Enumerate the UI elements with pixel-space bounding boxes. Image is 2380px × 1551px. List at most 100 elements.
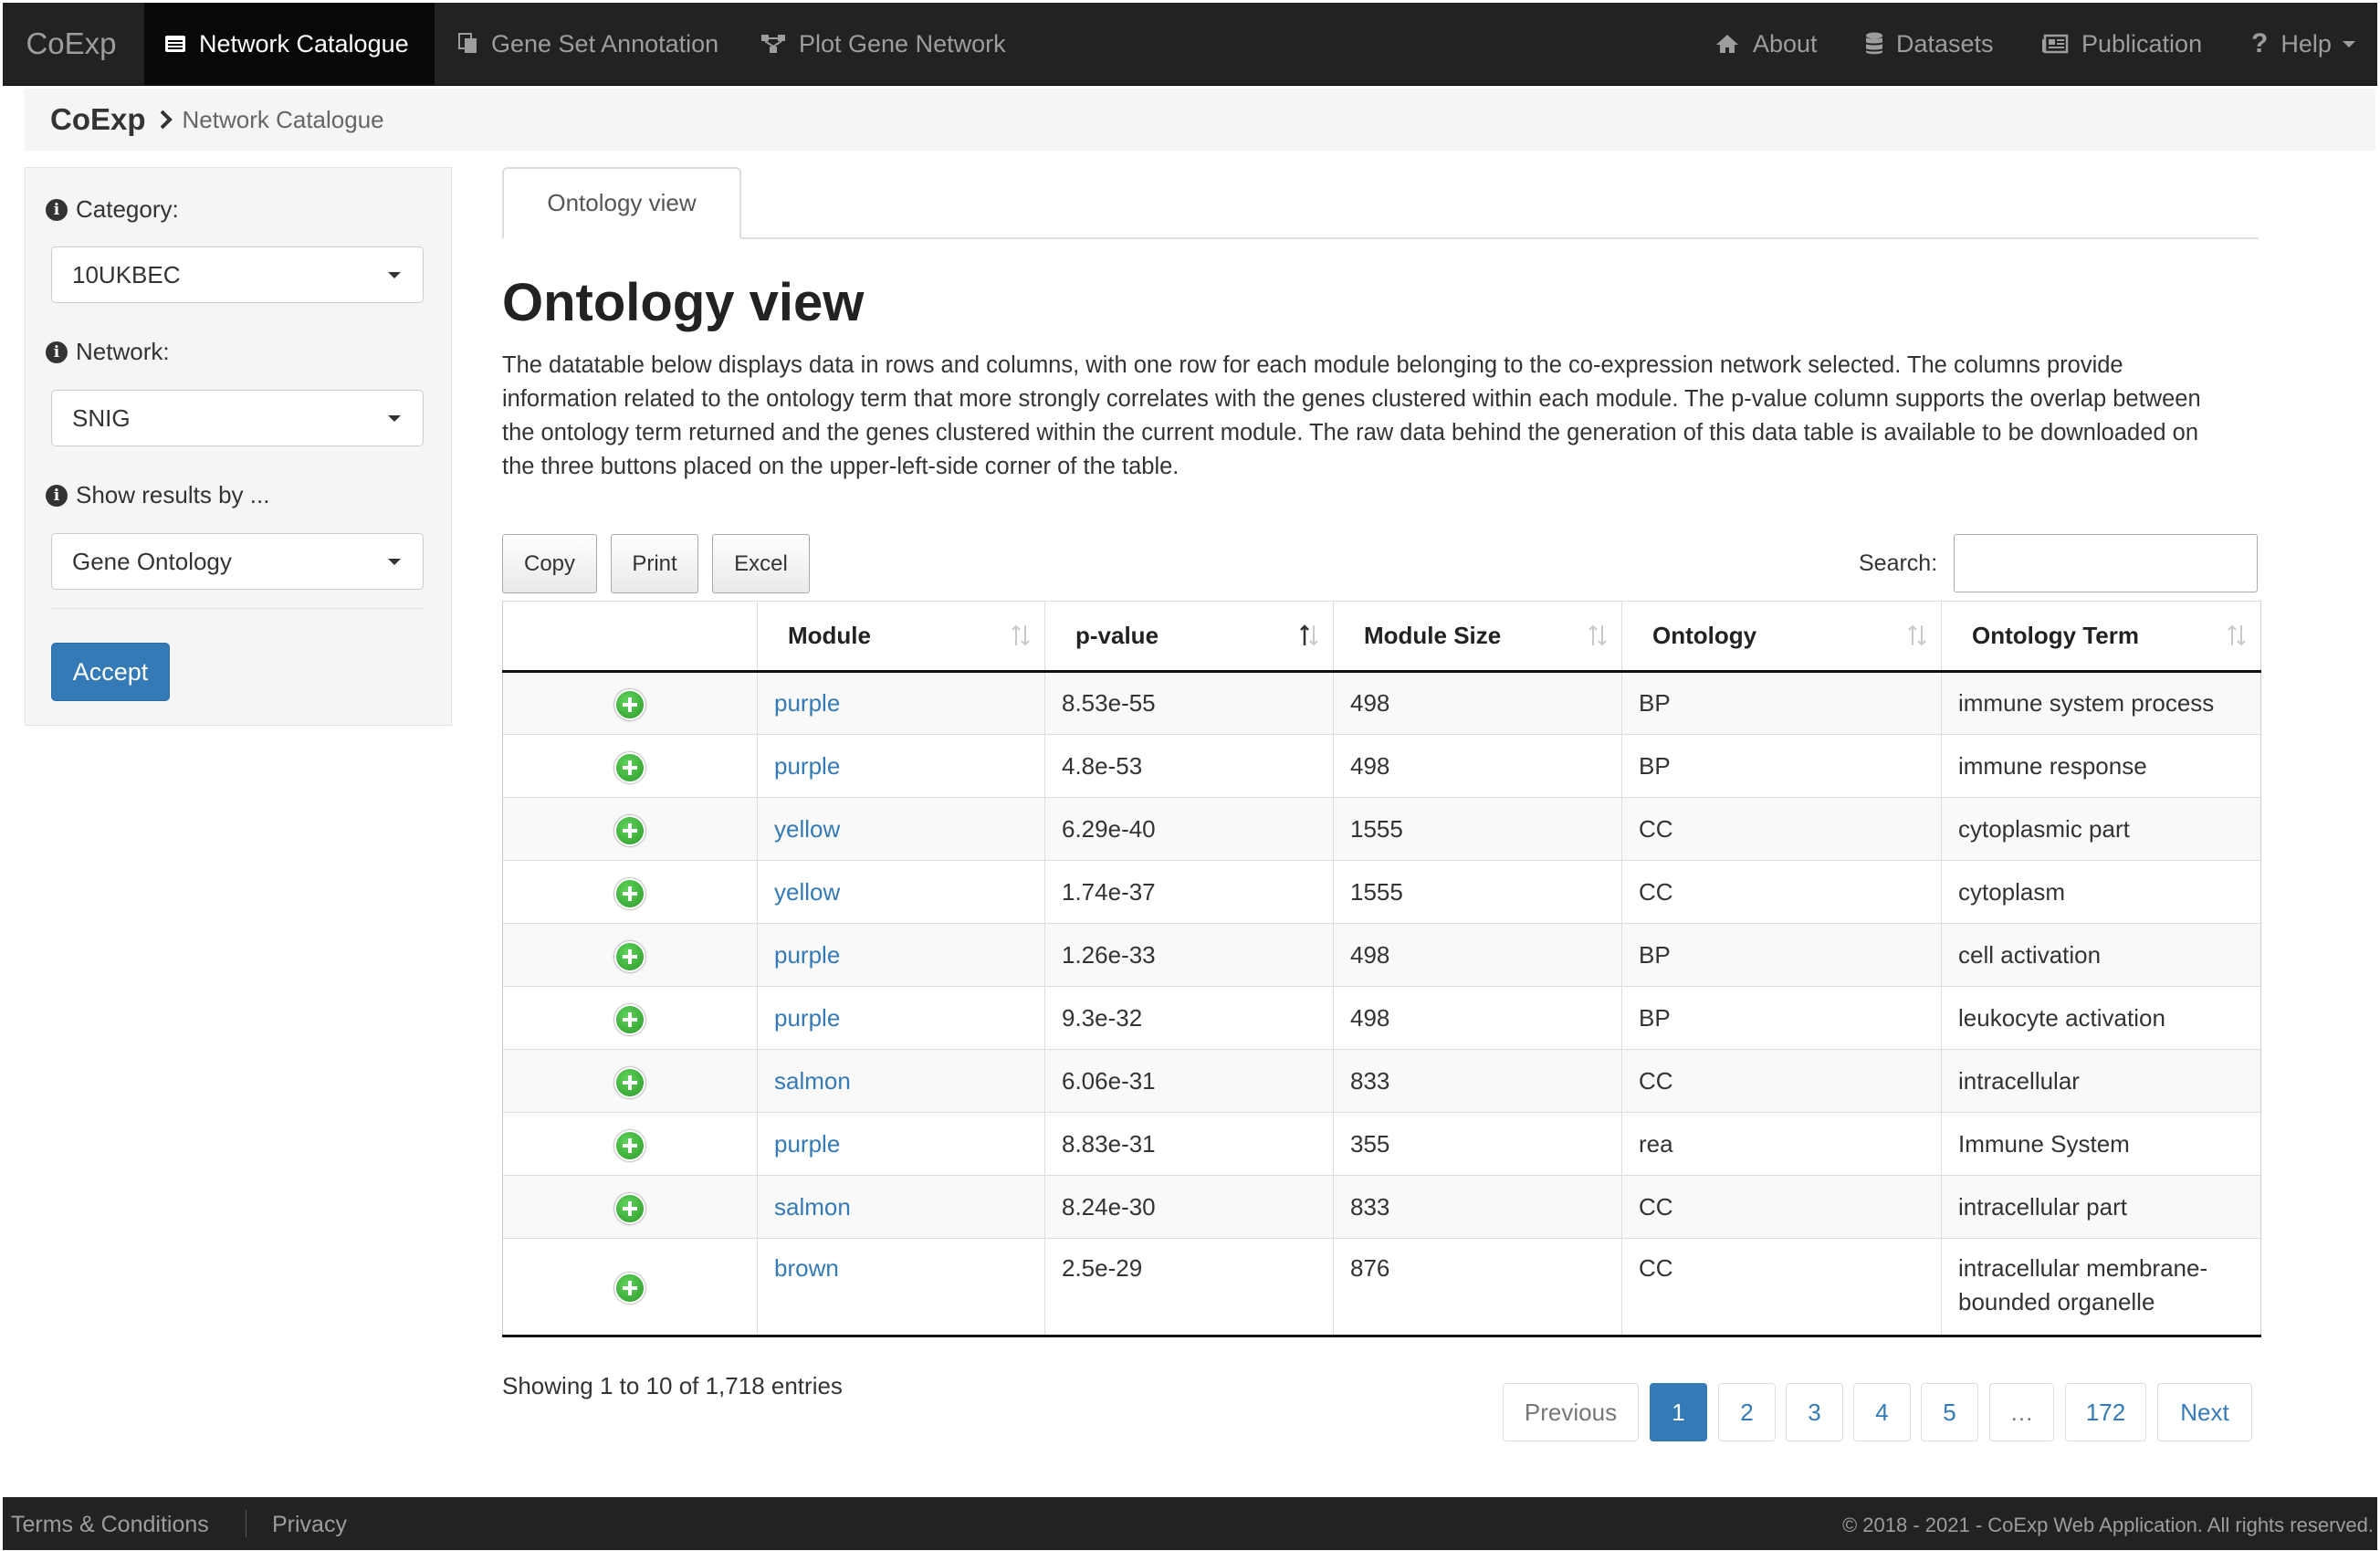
expand-cell bbox=[502, 986, 758, 1050]
expand-plus-icon[interactable] bbox=[614, 1003, 645, 1035]
header-label: Ontology Term bbox=[1972, 622, 2139, 649]
terms-link[interactable]: Terms & Conditions bbox=[11, 1512, 209, 1538]
nav-plot-gene-network[interactable]: Plot Gene Network bbox=[740, 3, 1026, 85]
ontology-cell: BP bbox=[1621, 923, 1942, 987]
nav-help-dropdown[interactable]: ? Help bbox=[2231, 3, 2375, 85]
table-row: salmon 6.06e-31 833 CC intracellular bbox=[502, 1049, 2261, 1113]
nav-about[interactable]: About bbox=[1694, 3, 1838, 85]
network-select[interactable]: SNIG bbox=[51, 390, 424, 446]
list-icon bbox=[164, 34, 186, 54]
accept-button[interactable]: Accept bbox=[51, 643, 170, 701]
module-link[interactable]: brown bbox=[774, 1254, 839, 1282]
nav-datasets[interactable]: Datasets bbox=[1845, 3, 2014, 85]
page-4-button[interactable]: 4 bbox=[1853, 1383, 1911, 1441]
ontology-cell: BP bbox=[1621, 671, 1942, 735]
expand-plus-icon[interactable] bbox=[614, 689, 645, 721]
ontology-term-cell: immune response bbox=[1941, 734, 2261, 798]
header-label: Module bbox=[788, 622, 871, 649]
breadcrumb: CoExp Network Catalogue bbox=[25, 89, 2375, 151]
expand-cell bbox=[502, 860, 758, 924]
module-cell: purple bbox=[757, 986, 1045, 1050]
page-172-button[interactable]: 172 bbox=[2065, 1383, 2146, 1441]
brand-logo[interactable]: CoExp bbox=[3, 3, 140, 85]
column-header-ontology[interactable]: Ontology bbox=[1621, 601, 1942, 673]
module-cell: purple bbox=[757, 923, 1045, 987]
module-link[interactable]: purple bbox=[774, 752, 840, 780]
page-1-button[interactable]: 1 bbox=[1650, 1383, 1707, 1441]
previous-page-button[interactable]: Previous bbox=[1503, 1383, 1639, 1441]
show-results-label-text: Show results by ... bbox=[76, 481, 270, 508]
page-footer: Terms & Conditions Privacy © 2018 - 2021… bbox=[3, 1497, 2377, 1550]
chevron-right-icon bbox=[159, 110, 173, 130]
table-row: purple 9.3e-32 498 BP leukocyte activati… bbox=[502, 986, 2261, 1050]
module-link[interactable]: purple bbox=[774, 1130, 840, 1158]
expand-plus-icon[interactable] bbox=[614, 814, 645, 846]
module-link[interactable]: purple bbox=[774, 689, 840, 717]
ontology-term-cell: cytoplasm bbox=[1941, 860, 2261, 924]
chevron-down-icon bbox=[2342, 40, 2355, 47]
sort-ascending-icon bbox=[1298, 624, 1320, 654]
header-label: p-value bbox=[1075, 622, 1159, 649]
table-header-row: Module p-value Module Size Ontology Onto… bbox=[502, 601, 2261, 673]
module-link[interactable]: yellow bbox=[774, 815, 840, 843]
expand-plus-icon[interactable] bbox=[614, 1192, 645, 1224]
nav-gene-set-annotation[interactable]: Gene Set Annotation bbox=[438, 3, 739, 85]
expand-plus-icon[interactable] bbox=[614, 940, 645, 972]
column-header-ontology-term[interactable]: Ontology Term bbox=[1941, 601, 2261, 673]
module-link[interactable]: salmon bbox=[774, 1193, 851, 1221]
expand-plus-icon[interactable] bbox=[614, 1066, 645, 1098]
expand-plus-icon[interactable] bbox=[614, 1273, 645, 1305]
ontology-term-cell: intracellular bbox=[1941, 1049, 2261, 1113]
module-link[interactable]: yellow bbox=[774, 878, 840, 906]
sidebar-panel: i Category: 10UKBEC i Network: SNIG i Sh… bbox=[25, 167, 452, 726]
expand-plus-icon[interactable] bbox=[614, 1129, 645, 1161]
ontology-table: Module p-value Module Size Ontology Onto… bbox=[502, 601, 2261, 1337]
module-size-cell: 498 bbox=[1333, 734, 1622, 798]
network-label-text: Network: bbox=[76, 338, 170, 365]
newspaper-icon bbox=[2041, 34, 2069, 54]
page-3-button[interactable]: 3 bbox=[1786, 1383, 1843, 1441]
module-size-cell: 355 bbox=[1333, 1112, 1622, 1176]
search-input[interactable] bbox=[1954, 534, 2258, 592]
expand-plus-icon[interactable] bbox=[614, 751, 645, 783]
copy-button[interactable]: Copy bbox=[502, 534, 597, 593]
category-label: i Category: bbox=[46, 195, 179, 224]
category-select[interactable]: 10UKBEC bbox=[51, 246, 424, 303]
pvalue-cell: 9.3e-32 bbox=[1044, 986, 1334, 1050]
table-row: yellow 1.74e-37 1555 CC cytoplasm bbox=[502, 860, 2261, 924]
column-header-pvalue[interactable]: p-value bbox=[1044, 601, 1334, 673]
ontology-cell: CC bbox=[1621, 1049, 1942, 1113]
page-2-button[interactable]: 2 bbox=[1718, 1383, 1776, 1441]
info-icon[interactable]: i bbox=[46, 341, 68, 363]
print-button[interactable]: Print bbox=[611, 534, 698, 593]
excel-button[interactable]: Excel bbox=[712, 534, 810, 593]
nav-publication[interactable]: Publication bbox=[2021, 3, 2222, 85]
module-size-cell: 833 bbox=[1333, 1049, 1622, 1113]
breadcrumb-root[interactable]: CoExp bbox=[50, 102, 146, 137]
column-header-module[interactable]: Module bbox=[757, 601, 1045, 673]
nav-network-catalogue[interactable]: Network Catalogue bbox=[144, 3, 435, 85]
nav-label: Plot Gene Network bbox=[799, 29, 1006, 58]
sort-both-icon bbox=[1906, 624, 1928, 654]
module-link[interactable]: salmon bbox=[774, 1067, 851, 1095]
info-icon[interactable]: i bbox=[46, 484, 68, 507]
ontology-term-cell: Immune System bbox=[1941, 1112, 2261, 1176]
info-icon[interactable]: i bbox=[46, 198, 68, 221]
privacy-link[interactable]: Privacy bbox=[272, 1512, 347, 1538]
network-icon bbox=[760, 33, 786, 55]
table-row: purple 8.83e-31 355 rea Immune System bbox=[502, 1112, 2261, 1176]
expand-plus-icon[interactable] bbox=[614, 877, 645, 909]
table-row: purple 4.8e-53 498 BP immune response bbox=[502, 734, 2261, 798]
page-5-button[interactable]: 5 bbox=[1921, 1383, 1978, 1441]
column-header-module-size[interactable]: Module Size bbox=[1333, 601, 1622, 673]
show-results-select[interactable]: Gene Ontology bbox=[51, 533, 424, 590]
table-row: brown 2.5e-29 876 CC intracellular membr… bbox=[502, 1238, 2261, 1337]
next-page-button[interactable]: Next bbox=[2157, 1383, 2252, 1441]
module-link[interactable]: purple bbox=[774, 941, 840, 969]
module-link[interactable]: purple bbox=[774, 1004, 840, 1032]
pvalue-cell: 4.8e-53 bbox=[1044, 734, 1334, 798]
tab-ontology-view[interactable]: Ontology view bbox=[502, 167, 741, 239]
show-results-label: i Show results by ... bbox=[46, 481, 269, 509]
ontology-cell: CC bbox=[1621, 1175, 1942, 1239]
module-cell: brown bbox=[757, 1238, 1045, 1337]
